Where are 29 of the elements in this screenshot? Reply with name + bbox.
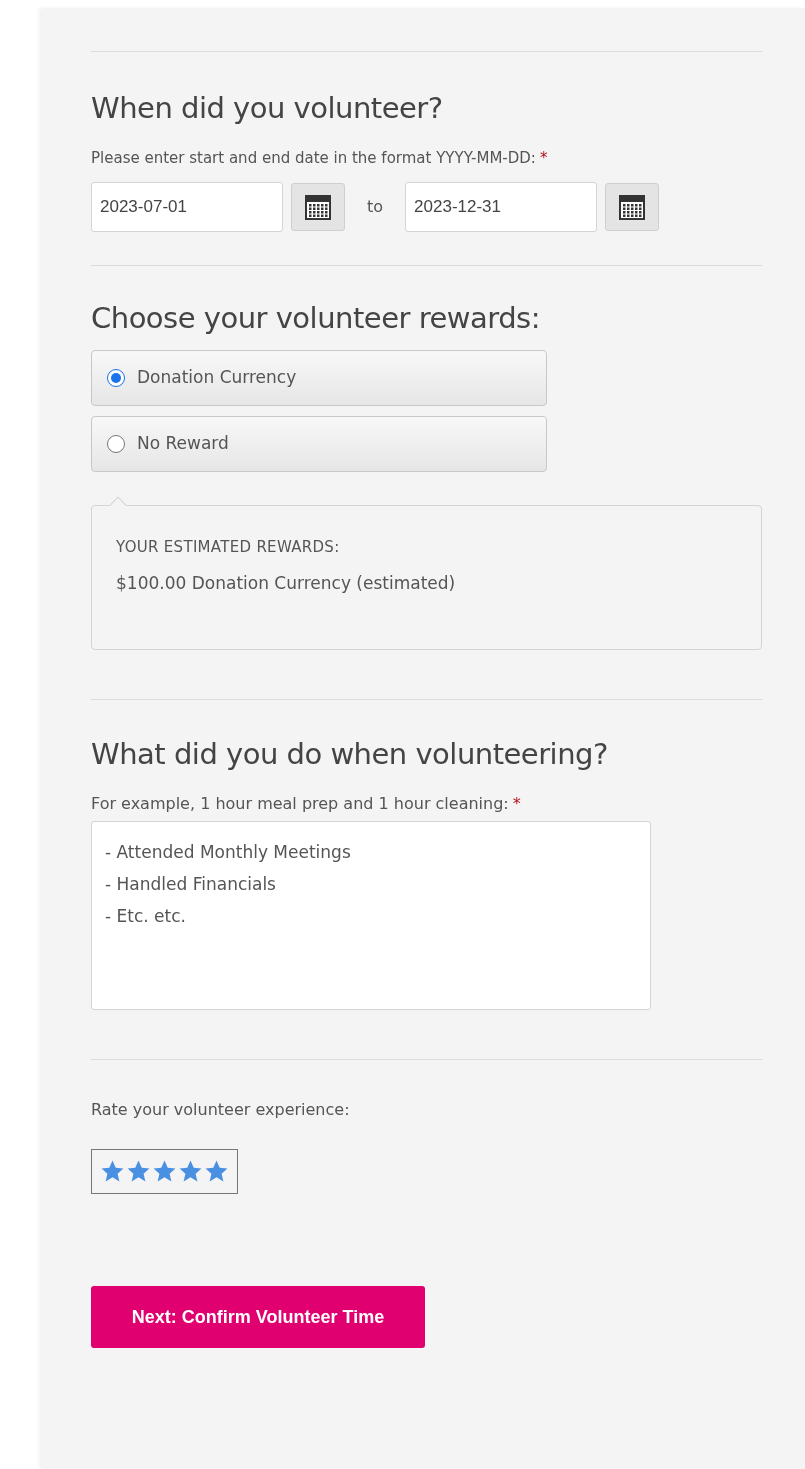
reward-option[interactable]: No Reward xyxy=(91,416,547,472)
rating-label: Rate your volunteer experience: xyxy=(91,1099,351,1121)
section-heading: Choose your volunteer rewards: xyxy=(91,300,541,336)
calendar-button[interactable] xyxy=(291,183,345,231)
star-icon[interactable] xyxy=(152,1159,177,1184)
section-heading: What did you do when volunteering? xyxy=(91,736,609,772)
calendar-icon xyxy=(304,193,332,221)
activities-field[interactable]: - Attended Monthly Meetings - Handled Financials - Etc. etc. xyxy=(91,821,651,1010)
date-field[interactable]: 2023-12-31 xyxy=(405,182,598,232)
field-label: Please enter start and end date in the format YYYY-MM-DD: xyxy=(91,148,536,168)
radio-button[interactable] xyxy=(107,369,125,387)
star-icon[interactable] xyxy=(126,1159,151,1184)
date-field[interactable]: 2023-07-01 xyxy=(91,182,283,232)
star-icon[interactable] xyxy=(178,1159,203,1184)
panel-title: YOUR ESTIMATED REWARDS: xyxy=(116,537,341,558)
next-button[interactable]: Next: Confirm Volunteer Time xyxy=(91,1286,425,1348)
range-separator: to xyxy=(367,196,384,218)
calendar-icon xyxy=(618,193,647,221)
estimate-text: $100.00 Donation Currency (estimated) xyxy=(116,571,457,595)
reward-option[interactable]: Donation Currency xyxy=(91,350,547,406)
field-label: For example, 1 hour meal prep and 1 hour cleaning: xyxy=(91,794,509,814)
radio-button[interactable] xyxy=(107,435,125,453)
star-icon[interactable] xyxy=(204,1159,229,1184)
required-mark: * xyxy=(539,148,548,168)
star-icon[interactable] xyxy=(100,1159,125,1184)
calendar-button[interactable] xyxy=(605,183,660,231)
star-rating[interactable] xyxy=(100,1159,229,1184)
required-mark: * xyxy=(512,794,521,814)
section-heading: When did you volunteer? xyxy=(91,90,444,126)
